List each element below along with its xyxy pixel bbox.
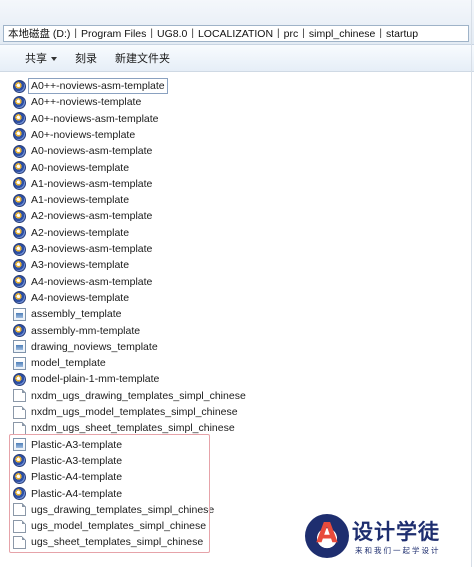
file-row[interactable]: A4-noviews-asm-template (13, 274, 154, 290)
file-name: A0-noviews-asm-template (31, 145, 153, 158)
ug-part-icon (13, 161, 26, 174)
file-row[interactable]: A2-noviews-asm-template (13, 208, 154, 224)
file-row[interactable]: model-plain-1-mm-template (13, 371, 161, 387)
ug-part-icon (13, 95, 26, 109)
ug-part-icon (13, 209, 26, 223)
file-name: model_template (31, 357, 106, 370)
ug-part-icon (13, 128, 26, 142)
breadcrumb-item[interactable]: LOCALIZATION (198, 28, 273, 40)
watermark-title: 设计学徒 (352, 520, 440, 544)
file-row[interactable]: A3-noviews-asm-template (13, 241, 154, 257)
ug-part-icon (13, 177, 26, 191)
file-name: A0+-noviews-template (31, 128, 136, 141)
toolbar: 共享 刻录 新建文件夹 (0, 45, 474, 72)
file-row[interactable]: nxdm_ugs_model_templates_simpl_chinese (13, 404, 240, 420)
breadcrumb-separator: | (150, 28, 153, 39)
file-row[interactable]: assembly-mm-template (13, 323, 142, 339)
ug-part-icon (13, 79, 26, 93)
text-file-icon (13, 421, 26, 435)
text-file-icon (13, 405, 26, 419)
breadcrumb-item[interactable]: simpl_chinese (309, 28, 376, 40)
breadcrumb-separator: | (302, 28, 305, 39)
image-file-icon (13, 307, 26, 321)
file-row[interactable]: nxdm_ugs_drawing_templates_simpl_chinese (13, 388, 248, 404)
watermark: A 设计学徒 来和我们一起学设计 (305, 510, 470, 564)
watermark-logo-letter: A (316, 516, 338, 549)
file-row[interactable]: A0+-noviews-template (13, 127, 137, 143)
file-name: model-plain-1-mm-template (31, 373, 160, 386)
chevron-down-icon (51, 57, 57, 62)
file-row[interactable]: A4-noviews-template (13, 290, 131, 306)
file-name: A0-noviews-template (31, 161, 130, 174)
file-name: A4-noviews-template (31, 291, 130, 304)
breadcrumb-item[interactable]: startup (386, 28, 418, 40)
file-row[interactable]: A1-noviews-asm-template (13, 176, 154, 192)
breadcrumb-item[interactable]: prc (284, 28, 299, 40)
image-file-icon (13, 356, 26, 370)
file-name: A2-noviews-asm-template (31, 210, 153, 223)
file-name: nxdm_ugs_drawing_templates_simpl_chinese (31, 389, 246, 402)
file-name: drawing_noviews_template (31, 340, 158, 353)
file-row[interactable]: A0+-noviews-asm-template (13, 111, 161, 127)
file-name: A1-noviews-template (31, 194, 130, 207)
file-name: A2-noviews-template (31, 226, 130, 239)
window-border (471, 0, 472, 567)
file-name: A3-noviews-asm-template (31, 243, 153, 255)
file-row[interactable]: assembly_template (13, 306, 123, 322)
highlight-box (9, 434, 210, 553)
ug-part-icon (13, 112, 26, 126)
file-name: A4-noviews-asm-template (31, 275, 153, 288)
ug-part-icon (13, 275, 26, 289)
file-name: A0++-noviews-asm-template (28, 78, 168, 94)
file-row[interactable]: A0++-noviews-asm-template (13, 78, 168, 94)
address-bar[interactable]: 本地磁盘 (D:) | Program Files | UG8.0 | LOCALIZATI… (3, 25, 469, 42)
file-name: A0++-noviews-template (31, 96, 142, 109)
breadcrumb-item[interactable]: UG8.0 (157, 28, 187, 40)
file-name: A0+-noviews-asm-template (31, 112, 159, 125)
file-name: assembly-mm-template (31, 324, 141, 337)
ug-part-icon (13, 144, 26, 158)
breadcrumb-separator: | (74, 28, 78, 39)
text-file-icon (13, 389, 26, 403)
file-name: A3-noviews-template (31, 259, 130, 272)
ug-part-icon (13, 258, 26, 272)
ug-part-icon (13, 324, 26, 337)
ug-part-icon (13, 193, 26, 207)
ug-part-icon (13, 242, 26, 256)
file-row[interactable]: A3-noviews-template (13, 257, 131, 273)
file-name: assembly_template (31, 308, 122, 321)
breadcrumb-separator: | (277, 28, 280, 39)
new-folder-button[interactable]: 新建文件夹 (106, 48, 179, 68)
file-row[interactable]: A1-noviews-template (13, 192, 131, 208)
breadcrumb-separator: | (379, 28, 383, 39)
image-file-icon (13, 340, 26, 354)
breadcrumb-item[interactable]: 本地磁盘 (D:) (8, 26, 70, 41)
file-row[interactable]: A2-noviews-template (13, 225, 131, 241)
file-row[interactable]: drawing_noviews_template (13, 339, 160, 355)
share-button[interactable]: 共享 (16, 48, 66, 68)
burn-button[interactable]: 刻录 (66, 48, 106, 68)
breadcrumb-separator: | (191, 28, 194, 39)
file-row[interactable]: model_template (13, 355, 108, 371)
file-row[interactable]: A0-noviews-asm-template (13, 143, 154, 159)
file-row[interactable]: A0++-noviews-template (13, 94, 143, 110)
ug-part-icon (13, 291, 26, 305)
file-name: A1-noviews-asm-template (31, 177, 153, 190)
watermark-subtitle: 来和我们一起学设计 (355, 546, 441, 555)
ug-part-icon (13, 226, 26, 240)
address-bar-area: 本地磁盘 (D:) | Program Files | UG8.0 | LOCALIZATI… (0, 0, 474, 45)
breadcrumb-item[interactable]: Program Files (81, 28, 146, 40)
file-name: nxdm_ugs_model_templates_simpl_chinese (31, 406, 238, 418)
file-row[interactable]: A0-noviews-template (13, 160, 131, 176)
ug-part-icon (13, 372, 26, 386)
